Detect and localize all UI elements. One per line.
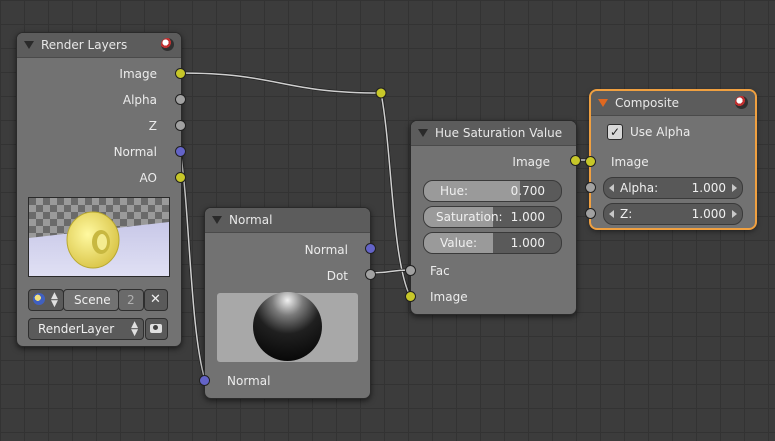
use-alpha-label: Use Alpha	[630, 125, 691, 139]
input-label-fac: Fac	[430, 264, 450, 278]
hue-slider[interactable]: Hue: 0.700	[423, 180, 562, 202]
hue-saturation-value-node[interactable]: Hue Saturation Value Image Hue: 0.700 Sa…	[405, 120, 581, 315]
users-count-label: 2	[127, 293, 135, 307]
hue-value: 0.700	[510, 184, 545, 198]
output-socket-normal[interactable]	[175, 146, 186, 157]
unlink-scene-button[interactable]: ✕	[144, 289, 168, 311]
output-socket-normal[interactable]	[365, 243, 376, 254]
output-socket-z[interactable]	[175, 120, 186, 131]
saturation-slider[interactable]: Saturation: 1.000	[423, 206, 562, 228]
link-reroute-to-hsv-image	[379, 92, 412, 297]
output-label-normal: Normal	[304, 243, 348, 257]
render-layers-node[interactable]: Render Layers Image Alpha Z Normal AO ▲ …	[16, 32, 186, 347]
use-alpha-checkbox[interactable]: ✓	[607, 124, 623, 140]
scene-name-field[interactable]: Scene	[63, 289, 119, 311]
saturation-value: 1.000	[510, 210, 545, 224]
decrement-arrow-icon[interactable]	[609, 210, 614, 218]
input-socket-normal[interactable]	[199, 375, 210, 386]
saturation-label: Saturation:	[436, 210, 503, 224]
node-title: Render Layers	[41, 38, 128, 52]
chevron-updown-icon: ▲ ▼	[131, 320, 138, 338]
node-header[interactable]: Normal	[205, 208, 370, 233]
input-label-image: Image	[611, 155, 649, 169]
output-label-dot: Dot	[326, 269, 348, 283]
node-header[interactable]: Composite	[591, 91, 755, 116]
output-label-z: Z	[148, 119, 157, 133]
alpha-label: Alpha:	[620, 181, 659, 195]
input-label-normal: Normal	[227, 374, 271, 388]
alpha-value: 1.000	[691, 181, 726, 195]
input-socket-image[interactable]	[405, 291, 416, 302]
collapse-triangle-icon[interactable]	[24, 41, 34, 49]
output-socket-ao[interactable]	[175, 172, 186, 183]
composite-node[interactable]: Composite ✓ Use Alpha Image Alpha: 1.000…	[585, 90, 756, 229]
scene-users-count: 2	[118, 289, 144, 311]
hue-fill	[424, 181, 520, 201]
z-label: Z:	[620, 207, 633, 221]
normal-sphere[interactable]	[253, 292, 322, 361]
scene-type-icon-button[interactable]: ▲ ▼	[28, 289, 64, 311]
scene-name: Scene	[74, 293, 111, 307]
output-socket-image[interactable]	[570, 155, 581, 166]
output-label-alpha: Alpha	[122, 93, 157, 107]
render-preview-image	[28, 197, 170, 277]
link-image-to-reroute	[179, 71, 382, 95]
node-title: Composite	[615, 96, 680, 110]
collapse-triangle-icon[interactable]	[418, 129, 428, 137]
collapse-triangle-icon[interactable]	[598, 99, 608, 107]
hue-label: Hue:	[440, 184, 469, 198]
z-value: 1.000	[691, 207, 726, 221]
input-socket-alpha[interactable]	[585, 182, 596, 193]
decrement-arrow-icon[interactable]	[609, 184, 614, 192]
output-socket-dot[interactable]	[365, 269, 376, 280]
chevron-updown-icon: ▲ ▼	[51, 291, 58, 309]
node-header[interactable]: Render Layers	[17, 33, 181, 58]
normal-sphere-widget[interactable]	[217, 292, 358, 362]
preview-toggle-icon[interactable]	[735, 96, 748, 109]
increment-arrow-icon[interactable]	[732, 210, 737, 218]
value-label: Value:	[440, 236, 477, 250]
alpha-number-field[interactable]: Alpha: 1.000	[603, 177, 743, 199]
z-number-field[interactable]: Z: 1.000	[603, 203, 743, 225]
node-title: Hue Saturation Value	[435, 126, 563, 140]
output-label-image: Image	[512, 155, 550, 169]
input-socket-image[interactable]	[585, 156, 596, 167]
render-button[interactable]	[145, 318, 168, 340]
increment-arrow-icon[interactable]	[732, 184, 737, 192]
output-socket-image[interactable]	[175, 68, 186, 79]
link-normal-to-normal-node	[178, 149, 207, 381]
value-value: 1.000	[510, 236, 545, 250]
preview-toggle-icon[interactable]	[161, 38, 174, 51]
node-title: Normal	[229, 213, 273, 227]
render-layer-dropdown[interactable]: RenderLayer ▲ ▼	[28, 318, 144, 340]
value-slider[interactable]: Value: 1.000	[423, 232, 562, 254]
output-label-image: Image	[119, 67, 157, 81]
close-icon: ✕	[150, 292, 161, 307]
output-socket-alpha[interactable]	[175, 94, 186, 105]
input-label-image: Image	[430, 290, 468, 304]
input-socket-z[interactable]	[585, 208, 596, 219]
output-label-normal: Normal	[113, 145, 157, 159]
node-header[interactable]: Hue Saturation Value	[411, 121, 576, 146]
collapse-triangle-icon[interactable]	[212, 216, 222, 224]
camera-lens	[153, 325, 158, 330]
output-label-ao: AO	[139, 171, 157, 185]
render-layer-value: RenderLayer	[38, 322, 115, 336]
scene-icon	[33, 293, 45, 305]
input-socket-fac[interactable]	[405, 265, 416, 276]
reroute-node[interactable]	[375, 87, 387, 99]
normal-node[interactable]: Normal Normal Dot Normal	[199, 207, 376, 399]
